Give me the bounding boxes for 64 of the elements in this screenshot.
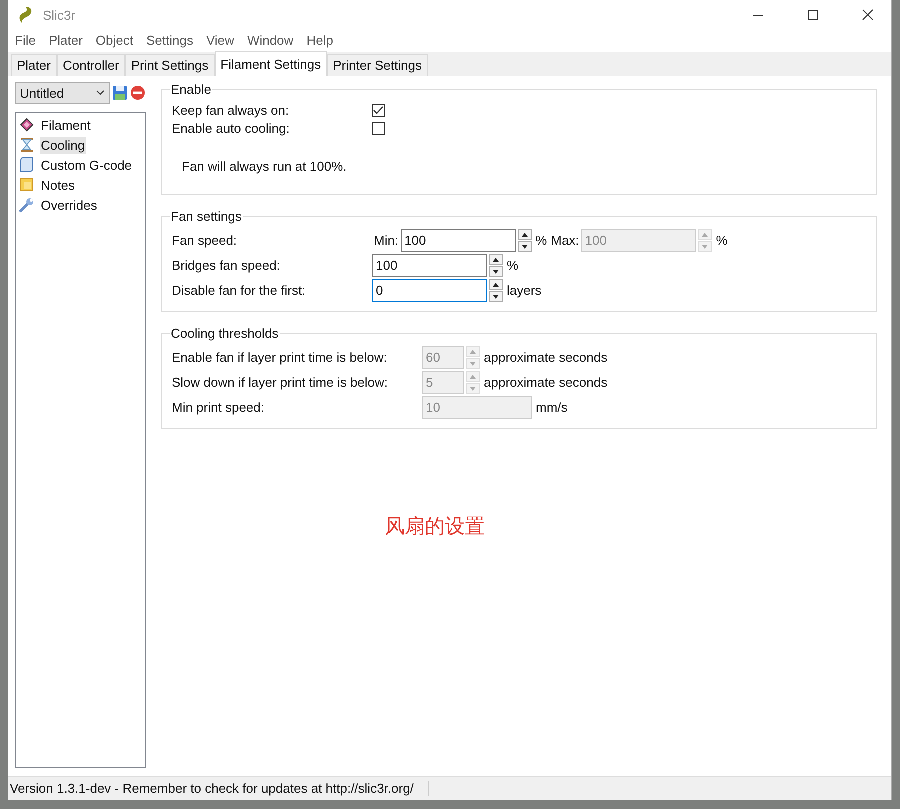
- unit-label: layers: [507, 283, 542, 298]
- spin-up-button[interactable]: [489, 254, 503, 265]
- option-label: Keep fan always on:: [172, 102, 290, 118]
- tree-item[interactable]: Cooling: [40, 136, 86, 154]
- option-label: Slow down if layer print time is below:: [172, 375, 390, 390]
- option-label: Enable auto cooling:: [172, 120, 291, 136]
- note-text: Fan will always run at 100%.: [181, 158, 348, 176]
- scroll-icon: [19, 157, 35, 173]
- close-button[interactable]: [862, 9, 874, 21]
- app-logo-icon: [18, 6, 34, 24]
- tree-item[interactable]: Overrides: [40, 196, 98, 214]
- spin-up-button[interactable]: [518, 229, 532, 240]
- spin-down-button[interactable]: [489, 291, 503, 302]
- tab[interactable]: Filament Settings: [214, 51, 328, 76]
- spool-icon: [19, 117, 35, 133]
- checkbox[interactable]: [372, 122, 385, 134]
- unit-label: mm/s: [536, 400, 568, 415]
- input-field[interactable]: 100: [400, 229, 516, 252]
- spin-down-button[interactable]: [489, 266, 503, 277]
- save-button[interactable]: [112, 85, 128, 101]
- input-field[interactable]: 0: [372, 279, 487, 302]
- delete-button[interactable]: [130, 85, 146, 101]
- group-title: Cooling thresholds: [170, 326, 280, 341]
- option-label: Enable fan if layer print time is below:: [172, 350, 388, 365]
- menu-item[interactable]: Settings: [146, 32, 194, 48]
- option-label: Bridges fan speed:: [172, 258, 282, 273]
- caret-icon: [96, 90, 105, 96]
- menu-item[interactable]: Plater: [48, 32, 83, 48]
- checkbox[interactable]: [372, 104, 385, 116]
- status-text: Version 1.3.1-dev - Remember to check for updates at http://slic3r.org/: [10, 781, 429, 796]
- group-title: Enable: [170, 82, 212, 97]
- tree-item[interactable]: Filament: [40, 116, 92, 134]
- wrench-icon: [19, 197, 35, 213]
- menu-item[interactable]: Object: [96, 32, 134, 48]
- field-prefix: Min:: [374, 233, 399, 248]
- tab[interactable]: Printer Settings: [327, 54, 428, 76]
- unit-label: %: [536, 233, 548, 248]
- maximize-button[interactable]: [807, 9, 819, 21]
- unit-label: approximate seconds: [484, 350, 608, 365]
- tab[interactable]: Plater: [11, 54, 57, 76]
- option-label: Min print speed:: [172, 400, 266, 415]
- hourglass-icon: [19, 137, 35, 153]
- annotation-text: 风扇的设置: [385, 514, 485, 538]
- menu-item[interactable]: Help: [306, 32, 334, 48]
- option-label: Fan speed:: [172, 233, 238, 248]
- unit-label: %: [716, 233, 728, 248]
- input-field[interactable]: 100: [372, 254, 487, 277]
- tab[interactable]: Controller: [56, 54, 126, 76]
- note-icon: [19, 177, 35, 193]
- unit-label: %: [507, 258, 519, 273]
- spin-down-button[interactable]: [518, 241, 532, 252]
- field-prefix: Max:: [551, 233, 580, 248]
- option-label: Disable fan for the first:: [172, 283, 307, 298]
- tab[interactable]: Print Settings: [125, 54, 215, 76]
- tree-item[interactable]: Custom G-code: [40, 156, 134, 174]
- spin-up-button[interactable]: [489, 279, 503, 290]
- tree-item[interactable]: Notes: [40, 176, 76, 194]
- menu-item[interactable]: Window: [247, 32, 294, 48]
- unit-label: approximate seconds: [484, 375, 608, 390]
- menu-item[interactable]: View: [206, 32, 234, 48]
- menu-item[interactable]: File: [15, 32, 36, 48]
- window-title: Slic3r: [43, 8, 76, 22]
- group-title: Fan settings: [170, 209, 243, 224]
- preset-dropdown[interactable]: Untitled: [15, 82, 110, 104]
